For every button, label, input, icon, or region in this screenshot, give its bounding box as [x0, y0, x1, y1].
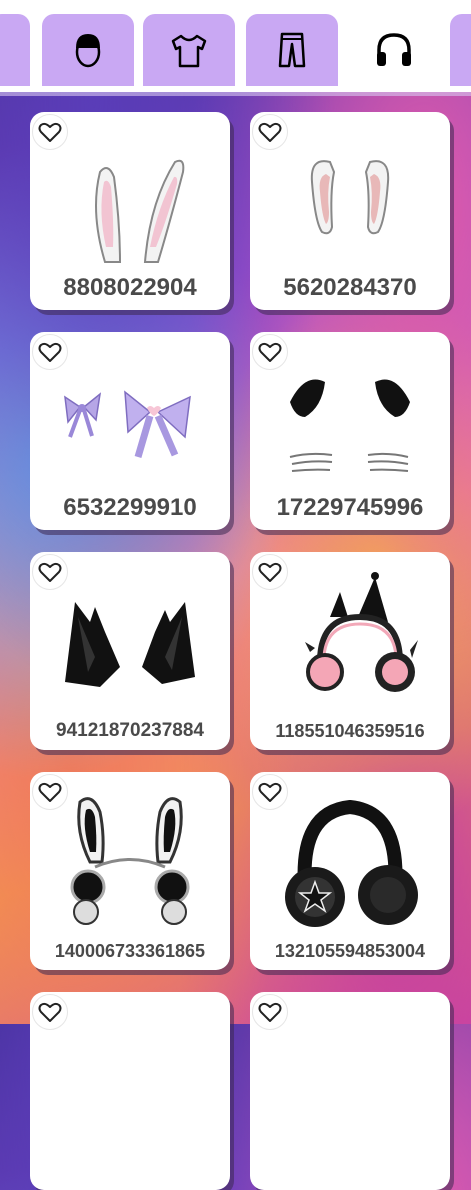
item-id: 140006733361865	[54, 941, 206, 961]
item-card[interactable]: 118551046359516	[250, 552, 450, 750]
item-card[interactable]: 6532299910	[30, 332, 230, 530]
item-card[interactable]: 5620284370	[250, 112, 450, 310]
cat-ears-whiskers-image	[289, 379, 410, 472]
item-card[interactable]	[250, 992, 450, 1190]
tab-pants[interactable]	[246, 14, 338, 86]
black-fluffy-ears-image	[65, 602, 195, 687]
bunny-ears-image	[95, 159, 185, 263]
item-id: 17229745996	[276, 494, 424, 521]
tab-divider-shadow	[0, 92, 471, 96]
tab-shirts[interactable]	[143, 14, 235, 86]
item-thumbnail	[50, 132, 210, 272]
tab-accessories[interactable]	[348, 14, 440, 86]
item-thumbnail	[270, 132, 430, 272]
droopy-bunny-ears-image	[310, 160, 390, 235]
star-headphones-image	[285, 799, 418, 927]
item-thumbnail	[270, 792, 430, 932]
item-id: 132105594853004	[274, 941, 426, 961]
item-card[interactable]: 140006733361865	[30, 772, 230, 970]
pink-black-headphones-image	[305, 572, 418, 692]
item-id: 118551046359516	[275, 721, 425, 741]
item-card[interactable]: 132105594853004	[250, 772, 450, 970]
pants-icon	[278, 32, 306, 68]
item-card[interactable]: 17229745996	[250, 332, 450, 530]
item-id: 5620284370	[283, 274, 417, 301]
favorite-button[interactable]	[32, 994, 68, 1030]
purple-bows-image	[64, 390, 191, 458]
item-thumbnail	[270, 572, 430, 712]
heart-icon	[38, 1002, 62, 1022]
partial-left-tab[interactable]	[0, 14, 30, 86]
heart-icon	[258, 1002, 282, 1022]
favorite-button[interactable]	[252, 994, 288, 1030]
shirt-icon	[171, 34, 207, 68]
head-icon	[75, 34, 101, 68]
item-id: 6532299910	[63, 494, 197, 521]
item-id: 94121870237884	[56, 720, 204, 741]
item-card[interactable]	[30, 992, 230, 1190]
item-card[interactable]: 8808022904	[30, 112, 230, 310]
partial-right-tab[interactable]	[450, 14, 471, 86]
item-id: 8808022904	[63, 274, 197, 301]
item-thumbnail	[50, 572, 210, 712]
black-bunny-headband-image	[70, 797, 190, 925]
item-card[interactable]: 94121870237884	[30, 552, 230, 750]
item-thumbnail	[270, 352, 430, 492]
item-thumbnail	[50, 352, 210, 492]
category-tab-bar	[0, 0, 471, 90]
tab-head[interactable]	[42, 14, 134, 86]
headphones-icon	[377, 33, 411, 66]
item-thumbnail	[50, 792, 210, 932]
